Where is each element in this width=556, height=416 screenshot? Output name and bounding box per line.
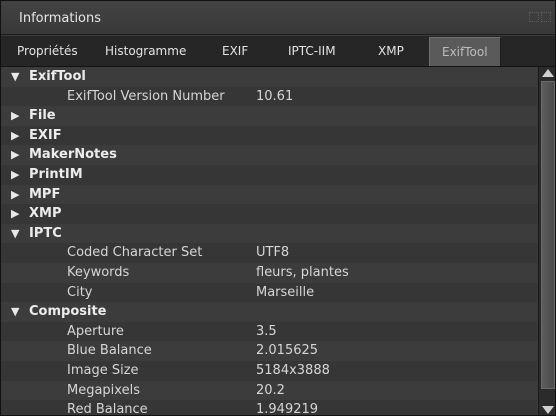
tab-proprietes[interactable]: Propriétés — [17, 36, 78, 66]
tree-group-label: IPTC — [29, 225, 62, 241]
metadata-tree: ▼ ExifTool ExifTool Version Number 10.61 ▶ Fi… — [1, 67, 537, 416]
field-value: UTF8 — [256, 245, 290, 261]
collapsed-triangle-icon[interactable]: ▶ — [11, 145, 25, 165]
collapsed-triangle-icon[interactable]: ▶ — [11, 185, 25, 205]
tree-group-row[interactable]: ▶ XMP — [1, 204, 537, 224]
tree-group-label: MakerNotes — [29, 147, 117, 163]
field-key: Coded Character Set — [67, 245, 203, 261]
field-key: Image Size — [67, 362, 139, 378]
tree-group-row[interactable]: ▼ IPTC — [1, 223, 537, 244]
expanded-triangle-icon[interactable]: ▼ — [11, 67, 25, 87]
tab-exiftool[interactable]: ExifTool — [429, 37, 501, 66]
vertical-scrollbar[interactable] — [538, 67, 555, 415]
tree-group-label: ExifTool — [29, 69, 86, 84]
tab-exif[interactable]: EXIF — [222, 36, 248, 66]
tree-field-row[interactable]: Image Size 5184x3888 — [1, 360, 537, 381]
tree-group-row[interactable]: ▶ MakerNotes — [1, 145, 537, 165]
field-key: Red Balance — [67, 402, 148, 416]
tree-group-label: EXIF — [29, 127, 62, 143]
field-value: 5184x3888 — [256, 362, 330, 378]
collapsed-triangle-icon[interactable]: ▶ — [11, 106, 25, 126]
tree-field-row[interactable]: Keywords fleurs, plantes — [1, 262, 537, 283]
tab-xmp[interactable]: XMP — [378, 36, 404, 66]
tab-histogramme[interactable]: Histogramme — [105, 36, 186, 66]
tree-group-label: MPF — [29, 186, 61, 202]
tree-field-row[interactable]: Megapixels 20.2 — [1, 380, 537, 401]
collapsed-triangle-icon[interactable]: ▶ — [11, 126, 25, 146]
field-value: Marseille — [256, 284, 315, 300]
field-value: 3.5 — [256, 323, 277, 339]
panel-titlebar[interactable]: Informations — [1, 1, 555, 35]
tree-field-row[interactable]: Aperture 3.5 — [1, 321, 537, 342]
collapsed-triangle-icon[interactable]: ▶ — [11, 204, 25, 224]
tree-group-row[interactable]: ▶ EXIF — [1, 125, 537, 146]
close-icon[interactable] — [541, 12, 551, 22]
field-value: 2.015625 — [256, 343, 319, 359]
panel-controls[interactable] — [529, 12, 551, 22]
panel-title: Informations — [19, 11, 102, 26]
tree-field-row[interactable]: Coded Character Set UTF8 — [1, 243, 537, 263]
field-key: Megapixels — [67, 382, 140, 398]
field-key: ExifTool Version Number — [67, 88, 225, 104]
tree-field-row[interactable]: City Marseille — [1, 282, 537, 303]
field-value: 10.61 — [256, 88, 294, 104]
tree-group-row[interactable]: ▶ MPF — [1, 184, 537, 205]
field-value: 1.949219 — [256, 402, 319, 416]
field-key: Aperture — [67, 323, 124, 339]
tab-bar: Propriétés Histogramme EXIF IPTC-IIM XMP… — [1, 36, 555, 67]
field-value: 20.2 — [256, 382, 285, 398]
tree-group-row[interactable]: ▶ PrintIM — [1, 164, 537, 185]
tree-field-row[interactable]: Blue Balance 2.015625 — [1, 341, 537, 361]
scrollbar-thumb[interactable] — [541, 81, 555, 389]
expanded-triangle-icon[interactable]: ▼ — [11, 302, 25, 322]
tree-group-label: XMP — [29, 206, 62, 222]
tree-group-label: PrintIM — [29, 166, 83, 182]
float-icon[interactable] — [529, 12, 539, 22]
tree-group-row[interactable]: ▼ ExifTool — [1, 67, 537, 87]
tree-group-label: Composite — [29, 304, 107, 320]
tree-field-row[interactable]: ExifTool Version Number 10.61 — [1, 86, 537, 107]
field-key: Blue Balance — [67, 343, 152, 359]
tree-group-row[interactable]: ▼ Composite — [1, 302, 537, 322]
scroll-down-arrow-icon[interactable] — [542, 406, 554, 414]
expanded-triangle-icon[interactable]: ▼ — [11, 224, 25, 244]
field-value: fleurs, plantes — [256, 264, 349, 280]
field-key: Keywords — [67, 264, 130, 280]
tree-field-row[interactable]: Red Balance 1.949219 — [1, 400, 537, 416]
informations-panel: Informations Propriétés Histogramme EXIF… — [0, 0, 556, 416]
field-key: City — [67, 284, 93, 300]
tree-group-label: File — [29, 108, 56, 124]
tab-iptc-iim[interactable]: IPTC-IIM — [288, 36, 336, 66]
collapsed-triangle-icon[interactable]: ▶ — [11, 165, 25, 185]
scroll-up-arrow-icon[interactable] — [542, 69, 554, 77]
tree-group-row[interactable]: ▶ File — [1, 106, 537, 126]
